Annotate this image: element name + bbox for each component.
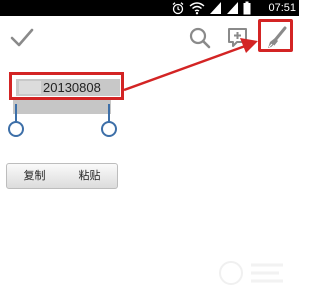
watermark-logo	[219, 261, 283, 285]
